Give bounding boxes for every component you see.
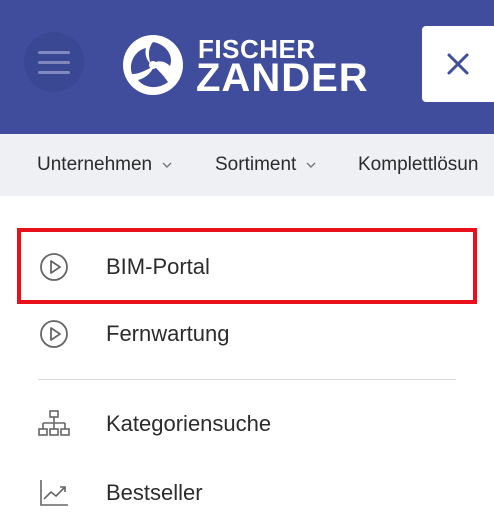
hamburger-menu-button[interactable]	[24, 32, 84, 92]
nav-item-unternehmen[interactable]: Unternehmen	[37, 154, 172, 176]
menu-item-bestseller[interactable]: Bestseller	[0, 460, 494, 526]
nav-item-label: Komplettlösun	[358, 154, 479, 175]
menu-item-kategoriensuche[interactable]: Kategoriensuche	[0, 391, 494, 457]
nav-item-label: Sortiment	[215, 154, 297, 175]
hamburger-line	[38, 70, 70, 74]
app-header: FISCHER ZANDER	[0, 0, 494, 134]
nav-item-sortiment[interactable]: Sortiment	[215, 154, 316, 176]
chevron-down-icon	[306, 162, 316, 168]
close-button[interactable]	[422, 26, 494, 102]
close-icon	[447, 53, 469, 75]
nav-item-komplettloesungen[interactable]: Komplettlösun	[358, 154, 478, 176]
nav-item-label: Unternehmen	[37, 154, 153, 175]
play-circle-icon	[40, 320, 68, 348]
menu-divider	[38, 379, 456, 380]
menu-item-label: Fernwartung	[106, 321, 230, 346]
side-menu: BIM-Portal Fernwartung Kategoriensuche B…	[0, 196, 494, 530]
menu-item-label: Kategoriensuche	[106, 411, 272, 436]
hamburger-line	[38, 60, 70, 64]
fish-logo-icon	[123, 35, 183, 95]
menu-item-fernwartung[interactable]: Fernwartung	[0, 301, 494, 367]
brand-logo[interactable]: FISCHER ZANDER	[118, 30, 378, 100]
top-navigation: Unternehmen Sortiment Komplettlösun	[0, 134, 494, 196]
chevron-down-icon	[162, 162, 172, 168]
hamburger-line	[38, 50, 70, 54]
menu-item-label: Bestseller	[106, 480, 203, 505]
brand-name-bottom: ZANDER	[196, 56, 369, 100]
highlight-box	[17, 228, 477, 304]
trending-chart-icon	[40, 480, 68, 506]
sitemap-icon	[38, 410, 70, 436]
